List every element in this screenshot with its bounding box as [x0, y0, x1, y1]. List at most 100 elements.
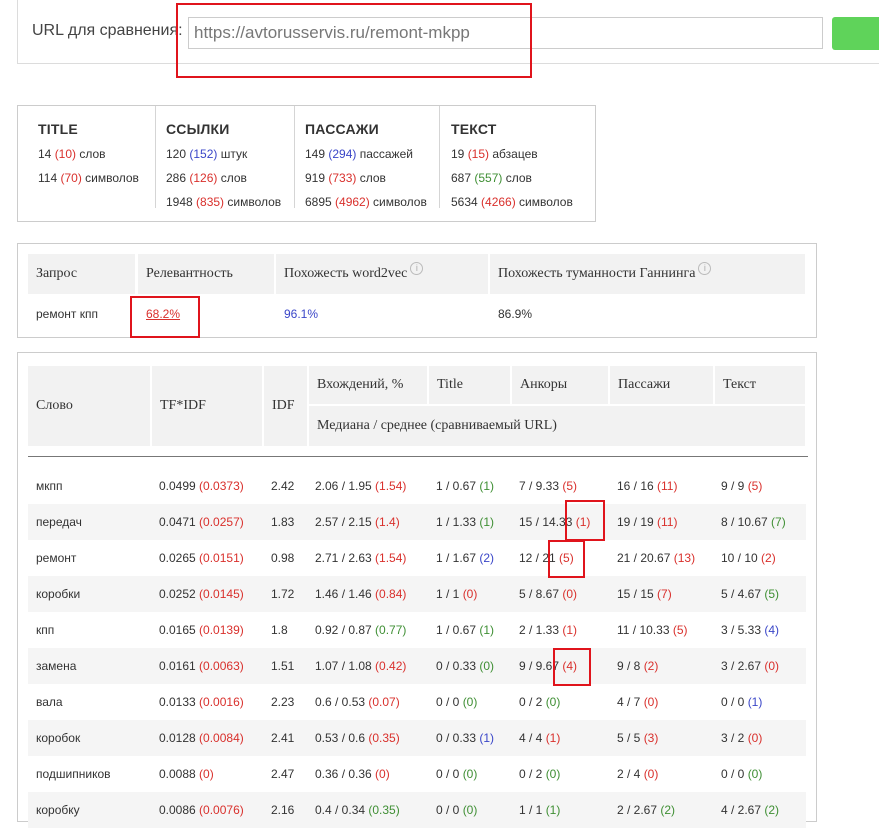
header-text: Текст	[715, 366, 805, 404]
cell-word: кпп	[36, 623, 55, 637]
header-query: Запрос	[28, 254, 135, 294]
table-row: вала 0.0133 (0.0016) 2.23 0.6 / 0.53 (0.07)…	[28, 684, 806, 720]
cell-word: мкпп	[36, 479, 63, 493]
stats-links-column: ССЫЛКИ 120 (152) штук 286 (126) слов 1948 …	[155, 106, 286, 209]
cell-tfidf: 0.0161 (0.0063)	[159, 659, 244, 673]
table-row: передач 0.0471 (0.0257) 1.83 2.57 / 2.15 (1…	[28, 504, 806, 540]
highlight-box-anchor	[553, 648, 591, 686]
cell-pass: 2 / 4 (0)	[617, 767, 659, 781]
table-row: ремонт 0.0265 (0.0151) 0.98 2.71 / 2.63 (1.…	[28, 540, 806, 576]
stats-panel: TITLE 14 (10) слов 114 (70) символов ССЫЛ…	[17, 105, 596, 222]
cell-pass: 11 / 10.33 (5)	[617, 623, 688, 637]
cell-tfidf: 0.0088 (0)	[159, 767, 214, 781]
cell-text: 0 / 0 (1)	[721, 695, 763, 709]
cell-text: 3 / 2 (0)	[721, 731, 763, 745]
cell-anch: 2 / 1.33 (1)	[519, 623, 578, 637]
header-anchors: Анкоры	[512, 366, 608, 404]
table-row: коробки 0.0252 (0.0145) 1.72 1.46 / 1.46 (0…	[28, 576, 806, 612]
stat-line: 149 (294) пассажей	[305, 147, 413, 161]
stat-line: 1948 (835) символов	[166, 195, 282, 209]
stat-heading: ТЕКСТ	[451, 121, 497, 137]
cell-occ: 2.06 / 1.95 (1.54)	[315, 479, 407, 493]
highlight-box-anchor	[565, 500, 605, 541]
table-row: замена 0.0161 (0.0063) 1.51 1.07 / 1.08 (0.…	[28, 648, 806, 684]
header-subheader: Медиана / среднее (сравниваемый URL)	[309, 406, 805, 446]
cell-tfidf: 0.0499 (0.0373)	[159, 479, 244, 493]
info-icon[interactable]: i	[410, 262, 424, 275]
table-row: мкпп 0.0499 (0.0373) 2.42 2.06 / 1.95 (1.54…	[28, 468, 806, 504]
cell-pass: 4 / 7 (0)	[617, 695, 659, 709]
cell-occ: 1.07 / 1.08 (0.42)	[315, 659, 407, 673]
table-row: кпп 0.0165 (0.0139) 1.8 0.92 / 0.87 (0.77) 1…	[28, 612, 806, 648]
info-icon[interactable]: i	[698, 262, 712, 275]
stat-line: 919 (733) слов	[305, 171, 386, 185]
stats-text-column: ТЕКСТ 19 (15) абзацев 687 (557) слов 5634 …	[439, 106, 594, 209]
stat-line: 286 (126) слов	[166, 171, 247, 185]
cell-text: 3 / 5.33 (4)	[721, 623, 780, 637]
cell-idf: 1.83	[271, 515, 295, 529]
table-row: коробок 0.0128 (0.0084) 2.41 0.53 / 0.6 (0.…	[28, 720, 806, 756]
cell-anch: 5 / 8.67 (0)	[519, 587, 578, 601]
cell-occ: 1.46 / 1.46 (0.84)	[315, 587, 407, 601]
cell-occ: 0.6 / 0.53 (0.07)	[315, 695, 400, 709]
cell-idf: 0.98	[271, 551, 295, 565]
stat-heading: ССЫЛКИ	[166, 121, 230, 137]
query-value: ремонт кпп	[36, 307, 98, 321]
cell-tfidf: 0.0471 (0.0257)	[159, 515, 244, 529]
cell-title: 1 / 1.67 (2)	[436, 551, 495, 565]
cell-text: 10 / 10 (2)	[721, 551, 776, 565]
cell-title: 1 / 0.67 (1)	[436, 479, 495, 493]
header-word2vec-label: Похожесть word2vec	[284, 266, 408, 281]
url-label: URL для сравнения:	[32, 22, 183, 39]
table-row: коробку 0.0086 (0.0076) 2.16 0.4 / 0.34 (0.…	[28, 792, 806, 828]
cell-word: замена	[36, 659, 77, 673]
cell-title: 0 / 0.33 (0)	[436, 659, 495, 673]
header-passages: Пассажи	[610, 366, 713, 404]
header-title: Title	[429, 366, 510, 404]
cell-idf: 2.41	[271, 731, 295, 745]
highlight-box-relevance	[130, 296, 200, 338]
cell-pass: 5 / 5 (3)	[617, 731, 659, 745]
word2vec-value: 96.1%	[284, 307, 319, 321]
cell-title: 1 / 0.67 (1)	[436, 623, 495, 637]
highlight-box-anchor	[548, 540, 585, 578]
header-word2vec: Похожесть word2vec i	[276, 254, 488, 294]
stat-line: 14 (10) слов	[38, 147, 106, 161]
cell-occ: 0.36 / 0.36 (0)	[315, 767, 390, 781]
header-word: Слово	[28, 366, 150, 446]
header-idf: IDF	[264, 366, 307, 446]
cell-idf: 2.47	[271, 767, 295, 781]
highlight-box-url	[176, 3, 532, 78]
cell-anch: 7 / 9.33 (5)	[519, 479, 578, 493]
cell-pass: 9 / 8 (2)	[617, 659, 659, 673]
cell-idf: 1.8	[271, 623, 288, 637]
cell-tfidf: 0.0165 (0.0139)	[159, 623, 244, 637]
cell-word: вала	[36, 695, 63, 709]
cell-anch: 1 / 1 (1)	[519, 803, 561, 817]
cell-pass: 15 / 15 (7)	[617, 587, 672, 601]
cell-idf: 1.72	[271, 587, 295, 601]
header-tfidf: TF*IDF	[152, 366, 262, 446]
cell-tfidf: 0.0086 (0.0076)	[159, 803, 244, 817]
stat-line: 6895 (4962) символов	[305, 195, 427, 209]
cell-anch: 0 / 2 (0)	[519, 695, 561, 709]
stat-line: 5634 (4266) символов	[451, 195, 573, 209]
stats-title-column: TITLE 14 (10) слов 114 (70) символов	[18, 106, 153, 208]
stat-line: 114 (70) символов	[38, 171, 139, 185]
gunning-value: 86.9%	[498, 307, 533, 321]
cell-occ: 0.92 / 0.87 (0.77)	[315, 623, 407, 637]
compare-button[interactable]	[832, 17, 879, 50]
cell-pass: 19 / 19 (11)	[617, 515, 678, 529]
cell-word: коробки	[36, 587, 81, 601]
cell-occ: 2.71 / 2.63 (1.54)	[315, 551, 407, 565]
cell-pass: 21 / 20.67 (13)	[617, 551, 696, 565]
cell-idf: 2.16	[271, 803, 295, 817]
cell-occ: 2.57 / 2.15 (1.4)	[315, 515, 400, 529]
cell-tfidf: 0.0252 (0.0145)	[159, 587, 244, 601]
cell-word: коробку	[36, 803, 80, 817]
cell-title: 0 / 0 (0)	[436, 803, 478, 817]
cell-text: 0 / 0 (0)	[721, 767, 763, 781]
header-relevance: Релевантность	[138, 254, 274, 294]
cell-tfidf: 0.0128 (0.0084)	[159, 731, 244, 745]
stat-line: 120 (152) штук	[166, 147, 248, 161]
